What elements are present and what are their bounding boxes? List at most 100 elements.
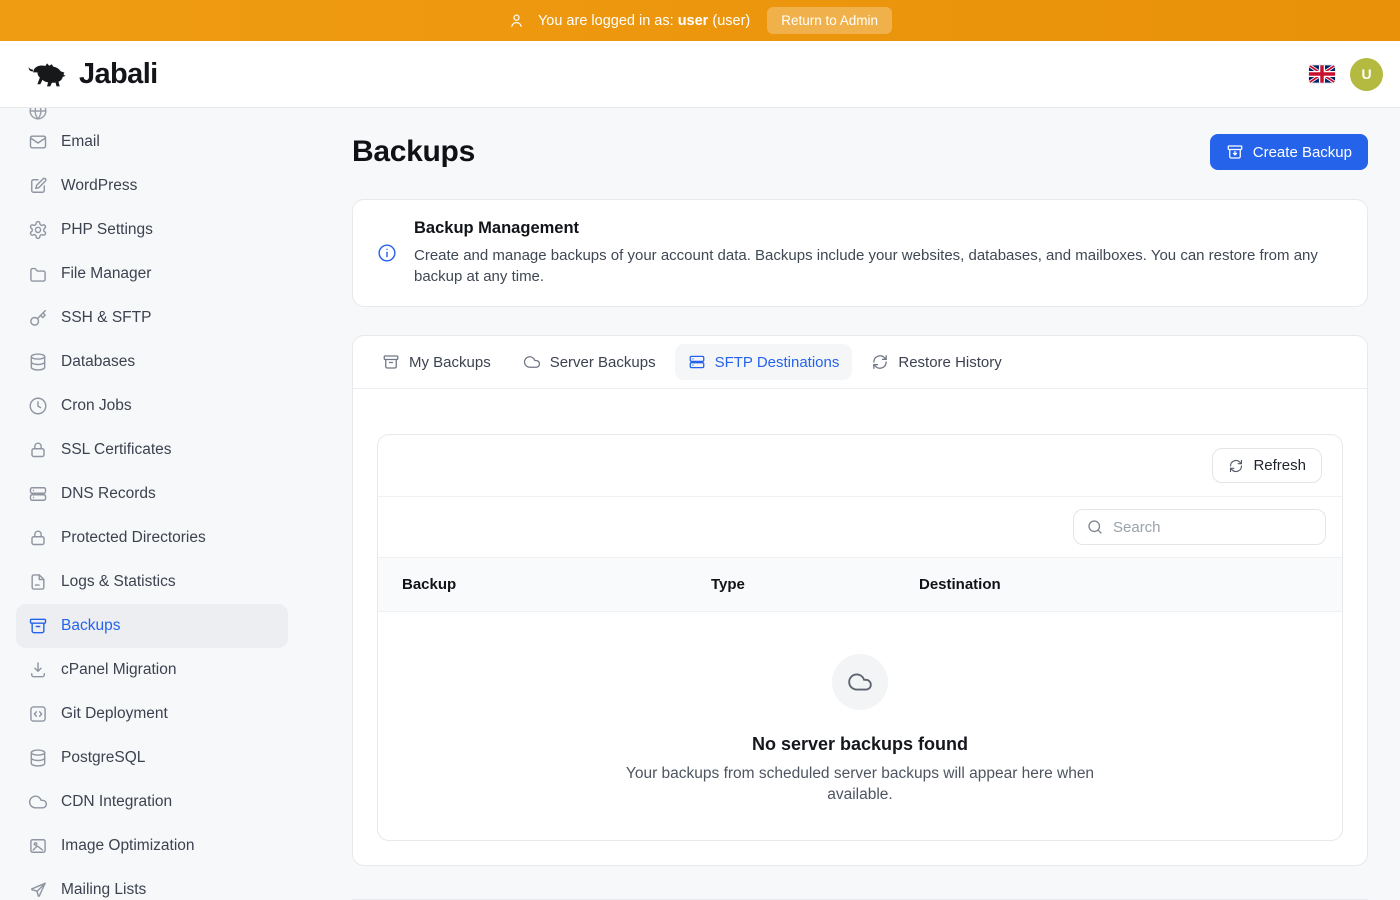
gear-icon — [28, 220, 48, 240]
lock-icon — [28, 528, 48, 548]
sidebar-item-dns-records[interactable]: DNS Records — [16, 472, 288, 516]
database-icon — [28, 748, 48, 768]
tab-label: My Backups — [409, 354, 491, 371]
clipped-sidebar-item — [0, 108, 304, 120]
sidebar-item-label: Logs & Statistics — [61, 573, 176, 591]
download-icon — [28, 660, 48, 680]
sidebar-item-protected-directories[interactable]: Protected Directories — [16, 516, 288, 560]
logged-in-role: (user) — [712, 13, 750, 29]
sidebar-item-label: Databases — [61, 353, 135, 371]
tab-server-backups[interactable]: Server Backups — [510, 344, 669, 380]
sidebar-item-databases[interactable]: Databases — [16, 340, 288, 384]
sidebar-item-ssh-sftp[interactable]: SSH & SFTP — [16, 296, 288, 340]
sidebar-item-label: Email — [61, 133, 100, 151]
tab-restore-history[interactable]: Restore History — [858, 344, 1014, 380]
tab-label: SFTP Destinations — [715, 354, 840, 371]
sidebar-item-label: Protected Directories — [61, 529, 206, 547]
table-header-row: BackupTypeDestination — [378, 558, 1342, 612]
sidebar: Email WordPress PHP Settings File Manager SS… — [0, 108, 304, 900]
logged-in-username: user — [678, 13, 709, 29]
code-icon — [28, 704, 48, 724]
sidebar-item-file-manager[interactable]: File Manager — [16, 252, 288, 296]
sidebar-item-mailing-lists[interactable]: Mailing Lists — [16, 868, 288, 900]
empty-state-circle — [832, 654, 888, 710]
sidebar-item-label: Backups — [61, 617, 120, 635]
user-icon — [508, 12, 525, 29]
key-icon — [28, 308, 48, 328]
file-text-icon — [28, 572, 48, 592]
sidebar-item-git-deployment[interactable]: Git Deployment — [16, 692, 288, 736]
brand-logo[interactable]: Jabali — [26, 56, 158, 93]
sidebar-item-label: PHP Settings — [61, 221, 153, 239]
cloud-icon — [847, 669, 873, 695]
header-actions: U — [1309, 58, 1383, 91]
clock-icon — [28, 396, 48, 416]
empty-state-title: No server backups found — [752, 734, 968, 755]
image-icon — [28, 836, 48, 856]
sidebar-item-label: DNS Records — [61, 485, 156, 503]
sidebar-item-cdn-integration[interactable]: CDN Integration — [16, 780, 288, 824]
sidebar-item-label: WordPress — [61, 177, 137, 195]
sidebar-item-label: SSL Certificates — [61, 441, 172, 459]
sidebar-item-backups[interactable]: Backups — [16, 604, 288, 648]
sidebar-item-cron-jobs[interactable]: Cron Jobs — [16, 384, 288, 428]
archive-down-icon — [1226, 143, 1244, 161]
sidebar-item-wordpress[interactable]: WordPress — [16, 164, 288, 208]
main-content: Backups Create Backup Backup Management … — [304, 108, 1400, 900]
backups-card: My Backups Server Backups SFTP Destination… — [352, 335, 1368, 866]
info-card-title: Backup Management — [414, 219, 1343, 238]
send-icon — [28, 880, 48, 900]
app-header: Jabali U — [0, 41, 1400, 108]
sidebar-item-logs-statistics[interactable]: Logs & Statistics — [16, 560, 288, 604]
cloud-icon — [523, 353, 541, 371]
boar-logo-icon — [26, 56, 72, 93]
sidebar-item-image-optimization[interactable]: Image Optimization — [16, 824, 288, 868]
server-icon — [28, 484, 48, 504]
brand-name: Jabali — [79, 58, 158, 91]
sidebar-item-ssl-certificates[interactable]: SSL Certificates — [16, 428, 288, 472]
column-header-type: Type — [711, 576, 919, 593]
tab-label: Server Backups — [550, 354, 656, 371]
search-box — [1073, 509, 1326, 545]
uk-flag-icon[interactable] — [1309, 65, 1335, 83]
tab-my-backups[interactable]: My Backups — [369, 344, 504, 380]
empty-state-description: Your backups from scheduled server backu… — [595, 764, 1125, 806]
create-backup-button[interactable]: Create Backup — [1210, 134, 1368, 170]
sidebar-item-php-settings[interactable]: PHP Settings — [16, 208, 288, 252]
lock-icon — [28, 440, 48, 460]
search-icon — [1086, 518, 1104, 536]
avatar[interactable]: U — [1350, 58, 1383, 91]
sidebar-item-label: Mailing Lists — [61, 881, 146, 899]
edit-icon — [28, 176, 48, 196]
return-to-admin-button[interactable]: Return to Admin — [767, 7, 892, 34]
empty-state: No server backups found Your backups fro… — [378, 612, 1342, 840]
refresh-icon — [871, 353, 889, 371]
impersonation-banner: You are logged in as: user (user) Return… — [0, 0, 1400, 41]
logged-in-text: You are logged in as: user (user) — [538, 13, 750, 29]
sidebar-item-label: CDN Integration — [61, 793, 172, 811]
server-icon — [688, 353, 706, 371]
sidebar-item-label: File Manager — [61, 265, 151, 283]
archive-icon — [28, 616, 48, 636]
sidebar-item-label: PostgreSQL — [61, 749, 145, 767]
search-input[interactable] — [1113, 519, 1313, 536]
sidebar-item-cpanel-migration[interactable]: cPanel Migration — [16, 648, 288, 692]
sftp-destinations-panel: Refresh BackupTypeDestination — [377, 434, 1343, 841]
page-title: Backups — [352, 135, 475, 169]
database-icon — [28, 352, 48, 372]
tab-sftp-destinations[interactable]: SFTP Destinations — [675, 344, 853, 380]
sidebar-item-label: cPanel Migration — [61, 661, 176, 679]
tab-label: Restore History — [898, 354, 1001, 371]
sidebar-item-email[interactable]: Email — [16, 120, 288, 164]
tab-bar: My Backups Server Backups SFTP Destination… — [353, 336, 1367, 389]
mail-icon — [28, 132, 48, 152]
refresh-icon — [1228, 458, 1244, 474]
sidebar-item-label: Image Optimization — [61, 837, 195, 855]
sidebar-item-postgresql[interactable]: PostgreSQL — [16, 736, 288, 780]
sidebar-item-label: Cron Jobs — [61, 397, 132, 415]
info-card-description: Create and manage backups of your accoun… — [414, 246, 1343, 287]
info-icon — [377, 243, 397, 263]
backup-management-info-card: Backup Management Create and manage back… — [352, 199, 1368, 307]
refresh-button[interactable]: Refresh — [1212, 448, 1322, 483]
folder-icon — [28, 264, 48, 284]
